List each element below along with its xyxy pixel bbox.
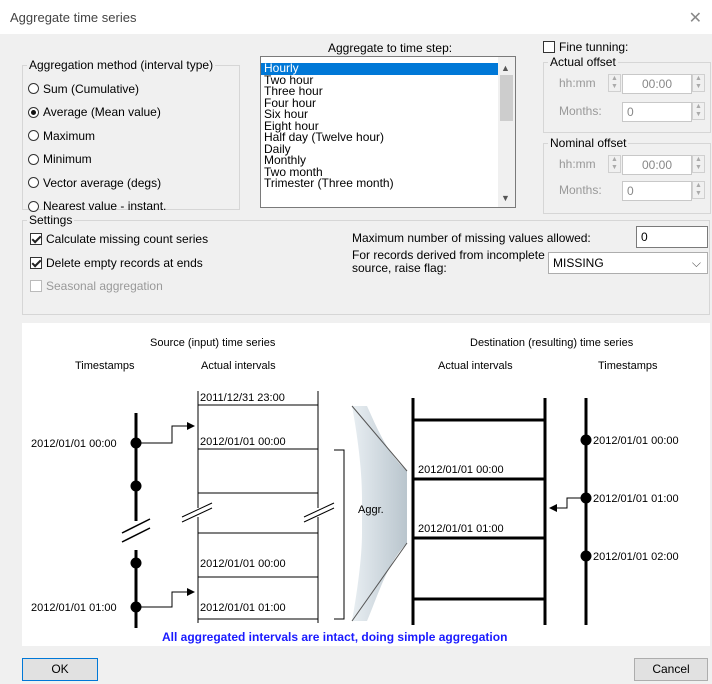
chevron-down-icon: ⌵ xyxy=(691,256,701,270)
radio-dot xyxy=(28,83,39,95)
radio-average[interactable]: Average (Mean value) xyxy=(28,101,166,125)
scroll-up-icon[interactable]: ▲ xyxy=(501,63,510,73)
dest-stamp-label: 2012/01/01 02:00 xyxy=(593,551,679,563)
delete-empty-checkbox[interactable]: Delete empty records at ends xyxy=(30,256,203,270)
source-stamp-dot xyxy=(130,437,142,449)
scrollbar-thumb[interactable] xyxy=(500,75,513,121)
nominal-offset-legend: Nominal offset xyxy=(550,136,627,150)
ok-button[interactable]: OK xyxy=(22,658,98,681)
actual-time-input[interactable]: 00:00 xyxy=(622,74,692,94)
nominal-months-input[interactable]: 0 xyxy=(622,181,692,201)
time-step-label: Aggregate to time step: xyxy=(328,41,453,55)
source-stamp-dot xyxy=(130,601,142,613)
cancel-button[interactable]: Cancel xyxy=(634,658,708,681)
list-item[interactable]: Half day (Twelve hour) xyxy=(261,131,515,144)
dest-title: Destination (resulting) time series xyxy=(470,337,634,349)
aggr-label: Aggr. xyxy=(358,504,384,516)
calc-missing-checkbox[interactable]: Calculate missing count series xyxy=(30,232,208,246)
radio-dot xyxy=(28,106,39,118)
nominal-time-spin-right[interactable]: ▲ ▼ xyxy=(692,155,705,173)
checkbox-box xyxy=(543,41,555,53)
time-step-items: Hourly Two hour Three hour Four hour Six… xyxy=(261,57,515,190)
source-stamp-dot xyxy=(130,480,142,492)
source-link-arrow xyxy=(141,422,195,444)
dest-stamp-dot xyxy=(580,434,592,446)
source-stamp-label: 2012/01/01 00:00 xyxy=(31,438,117,450)
max-missing-input[interactable]: 0 xyxy=(636,226,708,248)
actual-months-spin[interactable]: ▲ ▼ xyxy=(692,102,705,120)
time-step-listbox[interactable]: Hourly Two hour Three hour Four hour Six… xyxy=(260,56,516,208)
actual-time-spin-right[interactable]: ▲ ▼ xyxy=(692,74,705,92)
aggregation-bracket xyxy=(334,449,345,620)
dest-interval-label: 2012/01/01 00:00 xyxy=(418,464,504,476)
checkbox-box xyxy=(30,280,42,292)
aggregation-method-legend: Aggregation method (interval type) xyxy=(29,58,214,72)
radio-sum[interactable]: Sum (Cumulative) xyxy=(28,77,166,101)
settings-legend: Settings xyxy=(29,213,73,227)
source-timestamps-label: Timestamps xyxy=(75,360,135,372)
source-stamp-label: 2012/01/01 01:00 xyxy=(31,602,117,614)
source-interval-label: 2012/01/01 00:00 xyxy=(200,558,286,570)
dest-stamp-dot xyxy=(580,492,592,504)
window-title: Aggregate time series xyxy=(10,10,137,25)
dest-stamp-label: 2012/01/01 01:00 xyxy=(593,493,679,505)
nominal-time-label: hh:mm xyxy=(559,157,596,171)
diagram-svg: Source (input) time series Timestamps Ac… xyxy=(31,337,679,644)
radio-vector-average[interactable]: Vector average (degs) xyxy=(28,171,166,195)
radio-dot xyxy=(28,130,39,142)
list-item[interactable]: Trimester (Three month) xyxy=(261,177,515,190)
nominal-months-label: Months: xyxy=(559,183,602,197)
radio-dot xyxy=(28,153,39,165)
source-interval-label: 2011/12/31 23:00 xyxy=(200,392,285,404)
aggregation-radio-list: Sum (Cumulative) Average (Mean value) Ma… xyxy=(28,77,166,218)
max-missing-label: Maximum number of missing values allowed… xyxy=(352,231,591,245)
status-message: All aggregated intervals are intact, doi… xyxy=(162,630,507,644)
nominal-time-spin-left[interactable]: ▲ ▼ xyxy=(608,155,621,173)
radio-minimum[interactable]: Minimum xyxy=(28,148,166,172)
source-link-arrow xyxy=(141,588,195,608)
source-intervals-label: Actual intervals xyxy=(201,360,276,372)
dest-link-arrow xyxy=(549,497,581,512)
scroll-down-icon[interactable]: ▼ xyxy=(501,193,510,203)
seasonal-checkbox[interactable]: Seasonal aggregation xyxy=(30,279,163,293)
flag-select[interactable]: MISSING ⌵ xyxy=(548,252,708,274)
actual-time-label: hh:mm xyxy=(559,76,596,90)
dest-interval-label: 2012/01/01 01:00 xyxy=(418,523,504,535)
incomplete-flag-label: For records derived from incomplete sour… xyxy=(352,248,545,275)
dest-intervals-label: Actual intervals xyxy=(438,360,513,372)
radio-maximum[interactable]: Maximum xyxy=(28,124,166,148)
checkbox-box xyxy=(30,257,42,269)
actual-months-input[interactable]: 0 xyxy=(622,102,692,122)
source-title: Source (input) time series xyxy=(150,337,276,349)
checkbox-box xyxy=(30,233,42,245)
actual-time-spin-left[interactable]: ▲ ▼ xyxy=(608,74,621,92)
actual-offset-legend: Actual offset xyxy=(550,55,616,69)
nominal-months-spin[interactable]: ▲ ▼ xyxy=(692,181,705,199)
fine-tuning-checkbox[interactable]: Fine tunning: xyxy=(543,40,628,54)
aggregation-diagram: Source (input) time series Timestamps Ac… xyxy=(22,323,710,646)
actual-months-label: Months: xyxy=(559,104,602,118)
close-icon[interactable]: ✕ xyxy=(689,8,702,28)
radio-dot xyxy=(28,200,39,212)
nominal-time-input[interactable]: 00:00 xyxy=(622,155,692,175)
source-stamp-dot xyxy=(130,557,142,569)
dest-stamp-label: 2012/01/01 00:00 xyxy=(593,435,679,447)
source-interval-label: 2012/01/01 00:00 xyxy=(200,436,286,448)
listbox-scrollbar[interactable]: ▲ ▼ xyxy=(498,57,515,207)
dest-timestamps-label: Timestamps xyxy=(598,360,658,372)
radio-dot xyxy=(28,177,39,189)
source-interval-label: 2012/01/01 01:00 xyxy=(200,602,286,614)
dest-stamp-dot xyxy=(580,550,592,562)
nominal-offset-group: Nominal offset xyxy=(543,136,711,214)
